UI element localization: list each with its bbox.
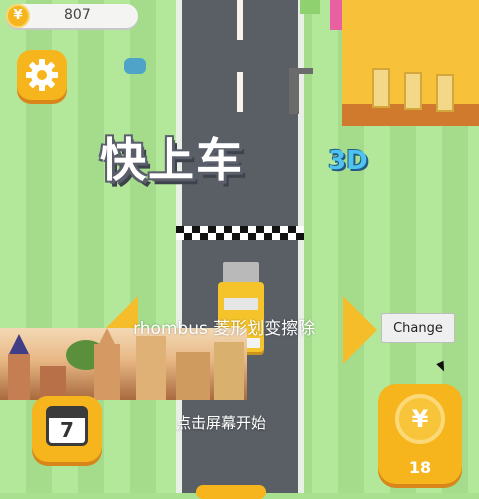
castle-roof xyxy=(9,334,29,354)
game-title: 快上车 xyxy=(100,133,244,187)
castle-tower xyxy=(176,352,210,400)
castle-tower xyxy=(8,354,30,400)
coin-icon: ¥ xyxy=(6,4,30,28)
daily-checkin-button[interactable]: 7 xyxy=(32,396,102,462)
coin-counter: ¥ 807 xyxy=(6,4,138,28)
coin-count: 807 xyxy=(64,7,91,23)
coin-reward-button[interactable]: ¥ 18 xyxy=(378,384,462,484)
rock xyxy=(124,58,146,74)
bush xyxy=(300,0,320,14)
start-hint: 点击屏幕开始 xyxy=(176,414,267,432)
street-lamp-pole xyxy=(289,70,299,114)
building-window xyxy=(404,72,422,110)
castle-tower xyxy=(94,344,120,400)
building-window xyxy=(372,68,390,108)
castle-roof xyxy=(97,328,117,348)
gear-icon xyxy=(26,59,58,91)
castle-tower xyxy=(136,336,166,400)
change-button[interactable]: Change xyxy=(381,313,455,343)
building-window xyxy=(436,74,454,112)
settings-button[interactable] xyxy=(17,50,67,100)
right-arrow-icon[interactable] xyxy=(343,296,377,364)
coin-reward-value: 18 xyxy=(408,458,432,477)
castle-tower xyxy=(40,366,66,400)
bottom-button[interactable] xyxy=(196,485,266,499)
car-window xyxy=(224,298,258,310)
castle-tower xyxy=(214,342,244,400)
game-title-3d: 3D xyxy=(328,146,368,176)
calendar-day: 7 xyxy=(60,418,74,442)
coin-icon: ¥ xyxy=(395,394,445,444)
finish-line xyxy=(176,226,304,240)
calendar-header xyxy=(49,409,85,418)
road-line xyxy=(237,0,243,40)
transition-caption: rhombus 菱形划变擦除 xyxy=(133,319,316,339)
calendar-icon: 7 xyxy=(46,406,88,446)
road-line xyxy=(237,72,243,112)
